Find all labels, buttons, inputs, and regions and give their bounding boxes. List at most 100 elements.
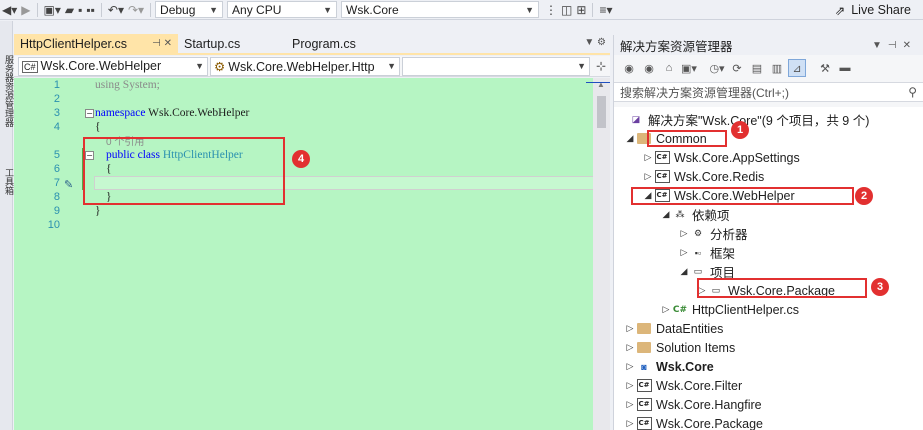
tree-node-frameworks[interactable]: ▷ ▪▫ 框架 <box>678 243 735 262</box>
show-all-files-icon[interactable]: ▥ <box>768 59 786 77</box>
new-item-icon[interactable]: ▣▾ <box>42 1 63 19</box>
sync-icon[interactable]: ⟳ <box>728 59 746 77</box>
expand-arrow-icon[interactable]: ▷ <box>660 304 672 315</box>
member-dropdown[interactable]: ▼ <box>402 56 590 76</box>
collapse-all-icon[interactable]: ▤ <box>748 59 766 77</box>
line-number: 7 <box>53 177 60 189</box>
save-icon[interactable]: ▪ <box>76 1 84 19</box>
expand-arrow-icon[interactable]: ▷ <box>624 399 636 410</box>
node-label: 依赖项 <box>692 209 730 223</box>
type-value: ⚙ Wsk.Core.WebHelper.Http <box>214 59 375 74</box>
pending-changes-icon[interactable]: ◷▾ <box>708 59 726 77</box>
pin-icon[interactable]: ▬ <box>836 59 854 77</box>
tree-node-package[interactable]: ▷ C# Wsk.Core.Package <box>624 414 763 430</box>
expand-arrow-icon[interactable]: ▷ <box>624 361 636 372</box>
tree-node-dataentities[interactable]: ▷ DataEntities <box>624 319 724 338</box>
node-label: Solution Items <box>656 340 736 355</box>
solution-explorer-search[interactable]: 搜索解决方案资源管理器(Ctrl+;) ⚲ <box>614 82 923 102</box>
live-share-button[interactable]: ⇗ Live Share <box>835 1 911 19</box>
editor-vertical-scrollbar[interactable]: ▲ <box>593 78 610 430</box>
annotation-badge-2: 2 <box>855 187 873 205</box>
startup-project-value: Wsk.Core <box>346 2 399 17</box>
code-line: 1 using System; <box>14 78 594 92</box>
expand-arrow-icon[interactable]: ▷ <box>678 228 690 239</box>
expand-arrow-icon[interactable]: ▷ <box>624 418 636 429</box>
tab-httpclienthelper[interactable]: HttpClientHelper.cs ⊣ ✕ <box>14 34 178 53</box>
tab-label: HttpClientHelper.cs <box>20 36 127 51</box>
project-dropdown[interactable]: C# Wsk.Core.WebHelper ▼ <box>18 56 208 76</box>
split-window-icon[interactable]: ⊹ <box>596 59 606 73</box>
tree-node-analyzers[interactable]: ▷ ⚙ 分析器 <box>678 224 748 243</box>
tree-node-filter[interactable]: ▷ C# Wsk.Core.Filter <box>624 376 743 395</box>
tree-node-hangfire[interactable]: ▷ C# Wsk.Core.Hangfire <box>624 395 762 414</box>
expand-arrow-icon[interactable]: ▷ <box>624 342 636 353</box>
preview-selected-icon[interactable]: ⊿ <box>788 59 806 77</box>
back-icon[interactable]: ◉ <box>620 59 638 77</box>
csharp-file-icon: C# <box>672 304 688 315</box>
tree-node-solution[interactable]: ◪ 解决方案"Wsk.Core"(9 个项目，共 9 个) <box>628 110 870 129</box>
annotation-badge-4: 4 <box>292 150 310 168</box>
node-label: DataEntities <box>656 321 724 336</box>
switch-views-icon[interactable]: ▣▾ <box>680 59 698 77</box>
collapse-arrow-icon[interactable]: ◢ <box>678 266 690 277</box>
type-dropdown[interactable]: ⚙ Wsk.Core.WebHelper.Http ▼ <box>210 56 400 76</box>
search-icon: ⚲ <box>908 85 917 99</box>
expand-arrow-icon[interactable]: ▷ <box>624 380 636 391</box>
dependencies-icon: ⁂ <box>675 209 685 219</box>
code-editor[interactable]: ✎ 1 using System; 2 3 − namespace Wsk.Co… <box>14 78 610 430</box>
tab-startup[interactable]: Startup.cs <box>178 34 286 53</box>
tree-node-wsk-core[interactable]: ▷ ◙ Wsk.Core <box>624 357 714 376</box>
chevron-down-icon: ▼ <box>323 4 333 15</box>
toolbox-tab[interactable]: 工具箱 <box>0 161 14 201</box>
tab-program[interactable]: Program.cs <box>286 34 404 53</box>
redo-icon[interactable]: ↷▾ <box>126 1 146 19</box>
chevron-down-icon: ▼ <box>387 61 396 71</box>
undo-icon[interactable]: ↶▾ <box>106 1 126 19</box>
properties-icon[interactable]: ⚒ <box>816 59 834 77</box>
forward-icon[interactable]: ▶ <box>19 1 32 19</box>
tab-overflow-icon[interactable]: ▼ ⚙ <box>584 37 606 48</box>
configuration-dropdown[interactable]: Debug ▼ <box>155 1 224 18</box>
tree-node-redis[interactable]: ▷ C# Wsk.Core.Redis <box>642 167 765 186</box>
browser-link-icon[interactable]: ◫ <box>559 1 574 19</box>
tree-node-appsettings[interactable]: ▷ C# Wsk.Core.AppSettings <box>642 148 800 167</box>
search-placeholder: 搜索解决方案资源管理器(Ctrl+;) <box>620 85 789 100</box>
annotation-badge-3: 3 <box>871 278 889 296</box>
startup-project-dropdown[interactable]: Wsk.Core ▼ <box>341 1 540 18</box>
line-number: 4 <box>53 121 60 133</box>
panel-options-icon[interactable]: ▼⊣✕ <box>872 40 917 51</box>
class-icon: ⚙ <box>214 59 226 74</box>
tree-node-dependencies[interactable]: ◢ ⁂ 依赖项 <box>660 205 730 224</box>
line-number: 5 <box>53 149 60 161</box>
tree-node-httpclienthelper[interactable]: ▷ C# HttpClientHelper.cs <box>660 300 799 319</box>
forward-icon[interactable]: ◉ <box>640 59 658 77</box>
expand-arrow-icon[interactable]: ▷ <box>624 323 636 334</box>
server-explorer-tab[interactable]: 服务器资源管理器 <box>0 37 14 145</box>
save-all-icon[interactable]: ▪▪ <box>84 1 97 19</box>
collapse-arrow-icon[interactable]: ◢ <box>624 133 636 144</box>
platform-dropdown[interactable]: Any CPU ▼ <box>227 1 338 18</box>
back-icon[interactable]: ◀▾ <box>0 1 19 19</box>
annotation-box-3 <box>697 278 867 298</box>
debug-options-icon[interactable]: ⋮ <box>543 1 559 19</box>
scrollbar-thumb[interactable] <box>597 96 606 128</box>
expand-arrow-icon[interactable]: ▷ <box>642 152 654 163</box>
tree-node-solution-items[interactable]: ▷ Solution Items <box>624 338 736 357</box>
collapse-arrow-icon[interactable]: ◢ <box>660 209 672 220</box>
expand-arrow-icon[interactable]: ▷ <box>642 171 654 182</box>
solution-explorer-header: 解决方案资源管理器 ▼⊣✕ <box>614 35 923 55</box>
csproj-icon: C# <box>654 170 670 184</box>
pin-close-icon[interactable]: ⊣ ✕ <box>152 38 172 49</box>
line-number: 2 <box>53 93 60 105</box>
comment-icon[interactable]: ≡▾ <box>597 1 614 19</box>
home-icon[interactable]: ⌂ <box>660 59 678 77</box>
code-line: 10 <box>14 218 594 232</box>
solution-tree: ◪ 解决方案"Wsk.Core"(9 个项目，共 9 个) ◢ Common ▷… <box>614 107 923 430</box>
node-label: 解决方案"Wsk.Core"(9 个项目，共 9 个) <box>648 114 870 128</box>
collapse-toggle-icon[interactable]: − <box>85 109 94 118</box>
code-line: 4 { <box>14 120 594 134</box>
open-folder-icon[interactable]: ▰ <box>63 1 76 19</box>
format-icon[interactable]: ⊞ <box>574 1 588 19</box>
toolbar-divider <box>150 2 152 17</box>
expand-arrow-icon[interactable]: ▷ <box>678 247 690 258</box>
